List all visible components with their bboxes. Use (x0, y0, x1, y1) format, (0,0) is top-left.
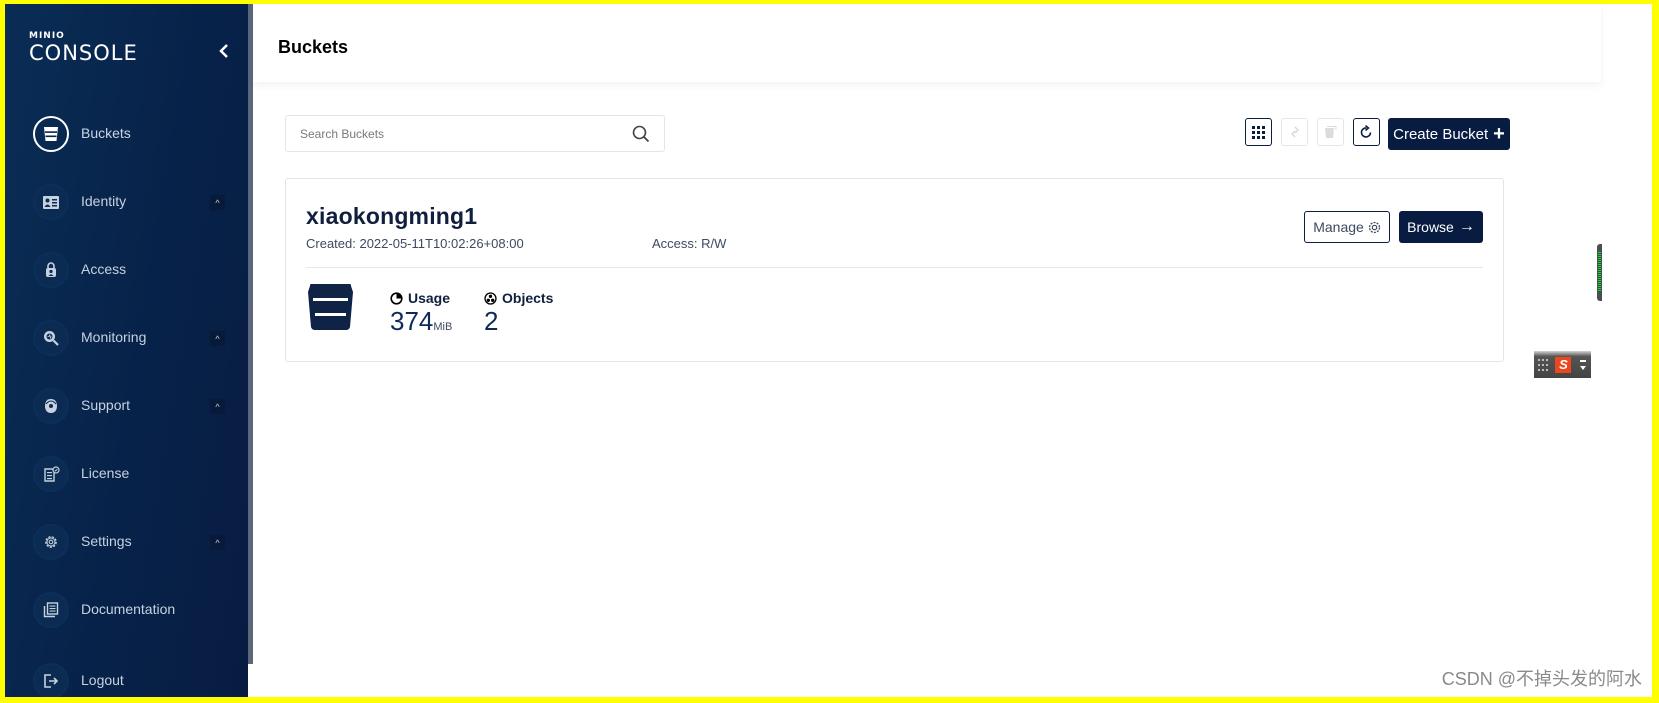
sidebar-item-label: Logout (81, 672, 124, 688)
sidebar-item-logout[interactable]: Logout (5, 656, 248, 697)
manage-label: Manage (1313, 219, 1364, 235)
sogou-ime-icon[interactable]: S (1555, 356, 1572, 373)
objects-icon (484, 291, 497, 305)
grid-select-icon (1252, 125, 1265, 139)
objects-value: 2 (484, 306, 499, 336)
documents-icon (33, 592, 69, 628)
logo-console-text: CONSOLE (29, 41, 138, 65)
caret-up-icon[interactable]: ^ (210, 195, 225, 210)
delete-buckets-button[interactable] (1317, 118, 1344, 146)
create-bucket-label: Create Bucket (1393, 125, 1489, 143)
manage-button[interactable]: Manage (1304, 211, 1390, 243)
page-header: Buckets (253, 4, 1601, 82)
bucket-name[interactable]: xiaokongming1 (306, 203, 477, 230)
search-input[interactable] (300, 125, 620, 143)
refresh-icon (1360, 125, 1372, 138)
sidebar-item-access[interactable]: Access (5, 245, 248, 295)
monitor-search-icon (33, 320, 69, 356)
refresh-button[interactable] (1353, 118, 1380, 146)
sidebar-item-label: Identity (81, 193, 127, 209)
lock-user-icon (33, 252, 69, 288)
bucket-card[interactable]: xiaokongming1 Created: 2022-05-11T10:02:… (285, 178, 1504, 362)
plus-icon: + (1493, 123, 1505, 145)
card-divider (306, 267, 1483, 268)
bucket-icon (308, 284, 353, 330)
sidebar-item-label: Settings (81, 533, 132, 549)
bucket-icon (33, 116, 69, 152)
usage-label-text: Usage (408, 290, 451, 306)
sidebar-item-label: Documentation (81, 601, 176, 617)
ime-menu-icon[interactable] (1579, 359, 1587, 371)
grid-handle-icon (1537, 358, 1548, 371)
collapse-sidebar-button[interactable] (217, 42, 233, 62)
bucket-stack-icon (1325, 125, 1337, 138)
license-icon (33, 456, 69, 492)
support-head-icon (33, 388, 69, 424)
usage-value: 374MiB (390, 306, 452, 337)
arrow-right-icon: → (1458, 218, 1475, 235)
sidebar-item-documentation[interactable]: Documentation (5, 585, 248, 635)
caret-up-icon[interactable]: ^ (210, 399, 225, 414)
sidebar-item-identity[interactable]: Identity ^ (5, 177, 248, 227)
usage-label: Usage (390, 290, 450, 306)
create-bucket-button[interactable]: Create Bucket + (1388, 118, 1510, 150)
sidebar-item-label: Buckets (81, 125, 131, 141)
sidebar-item-label: Access (81, 261, 127, 277)
search-icon[interactable] (632, 125, 650, 143)
set-replication-button[interactable] (1281, 118, 1308, 146)
sidebar-item-support[interactable]: Support ^ (5, 381, 248, 431)
usage-number: 374 (390, 306, 434, 336)
sidebar-item-label: License (81, 465, 130, 481)
browse-button[interactable]: Browse → (1399, 211, 1483, 243)
gear-icon (33, 524, 69, 560)
id-card-icon (33, 184, 69, 220)
pie-chart-icon (390, 291, 403, 305)
search-buckets-field[interactable] (285, 115, 665, 152)
browse-label: Browse (1407, 219, 1454, 235)
sidebar-item-label: Monitoring (81, 329, 147, 345)
usage-unit: MiB (433, 321, 453, 333)
gear-icon (1368, 221, 1380, 233)
sidebar-item-settings[interactable]: Settings ^ (5, 517, 248, 567)
page-title: Buckets (278, 37, 349, 57)
sidebar: MINIO CONSOLE Buckets Identity ^ Access (5, 4, 248, 697)
objects-label: Objects (484, 290, 553, 306)
ime-toolbar[interactable]: S (1534, 351, 1591, 378)
bucket-access: Access: R/W (652, 236, 727, 251)
select-multiple-button[interactable] (1245, 118, 1272, 146)
minio-console-logo[interactable]: MINIO CONSOLE (29, 31, 138, 66)
bucket-created-date: Created: 2022-05-11T10:02:26+08:00 (306, 236, 524, 251)
volume-indicator-widget[interactable] (1597, 244, 1602, 301)
main-content: Buckets Create Bucket + xiaokongming1 Cr (253, 4, 1601, 697)
replication-icon (1290, 126, 1299, 138)
sidebar-item-monitoring[interactable]: Monitoring ^ (5, 313, 248, 363)
objects-label-text: Objects (502, 290, 554, 306)
chevron-left-icon (219, 44, 228, 58)
sidebar-item-buckets[interactable]: Buckets (5, 109, 248, 159)
caret-up-icon[interactable]: ^ (210, 535, 225, 550)
caret-up-icon[interactable]: ^ (210, 331, 225, 346)
browser-viewport: MINIO CONSOLE Buckets Identity ^ Access (5, 4, 1652, 697)
logo-minio-text: MINIO (29, 31, 65, 41)
watermark: CSDN @不掉头发的阿水 (1441, 669, 1642, 689)
sidebar-item-label: Support (81, 397, 131, 413)
logout-icon (33, 663, 69, 697)
sidebar-item-license[interactable]: License (5, 449, 248, 499)
